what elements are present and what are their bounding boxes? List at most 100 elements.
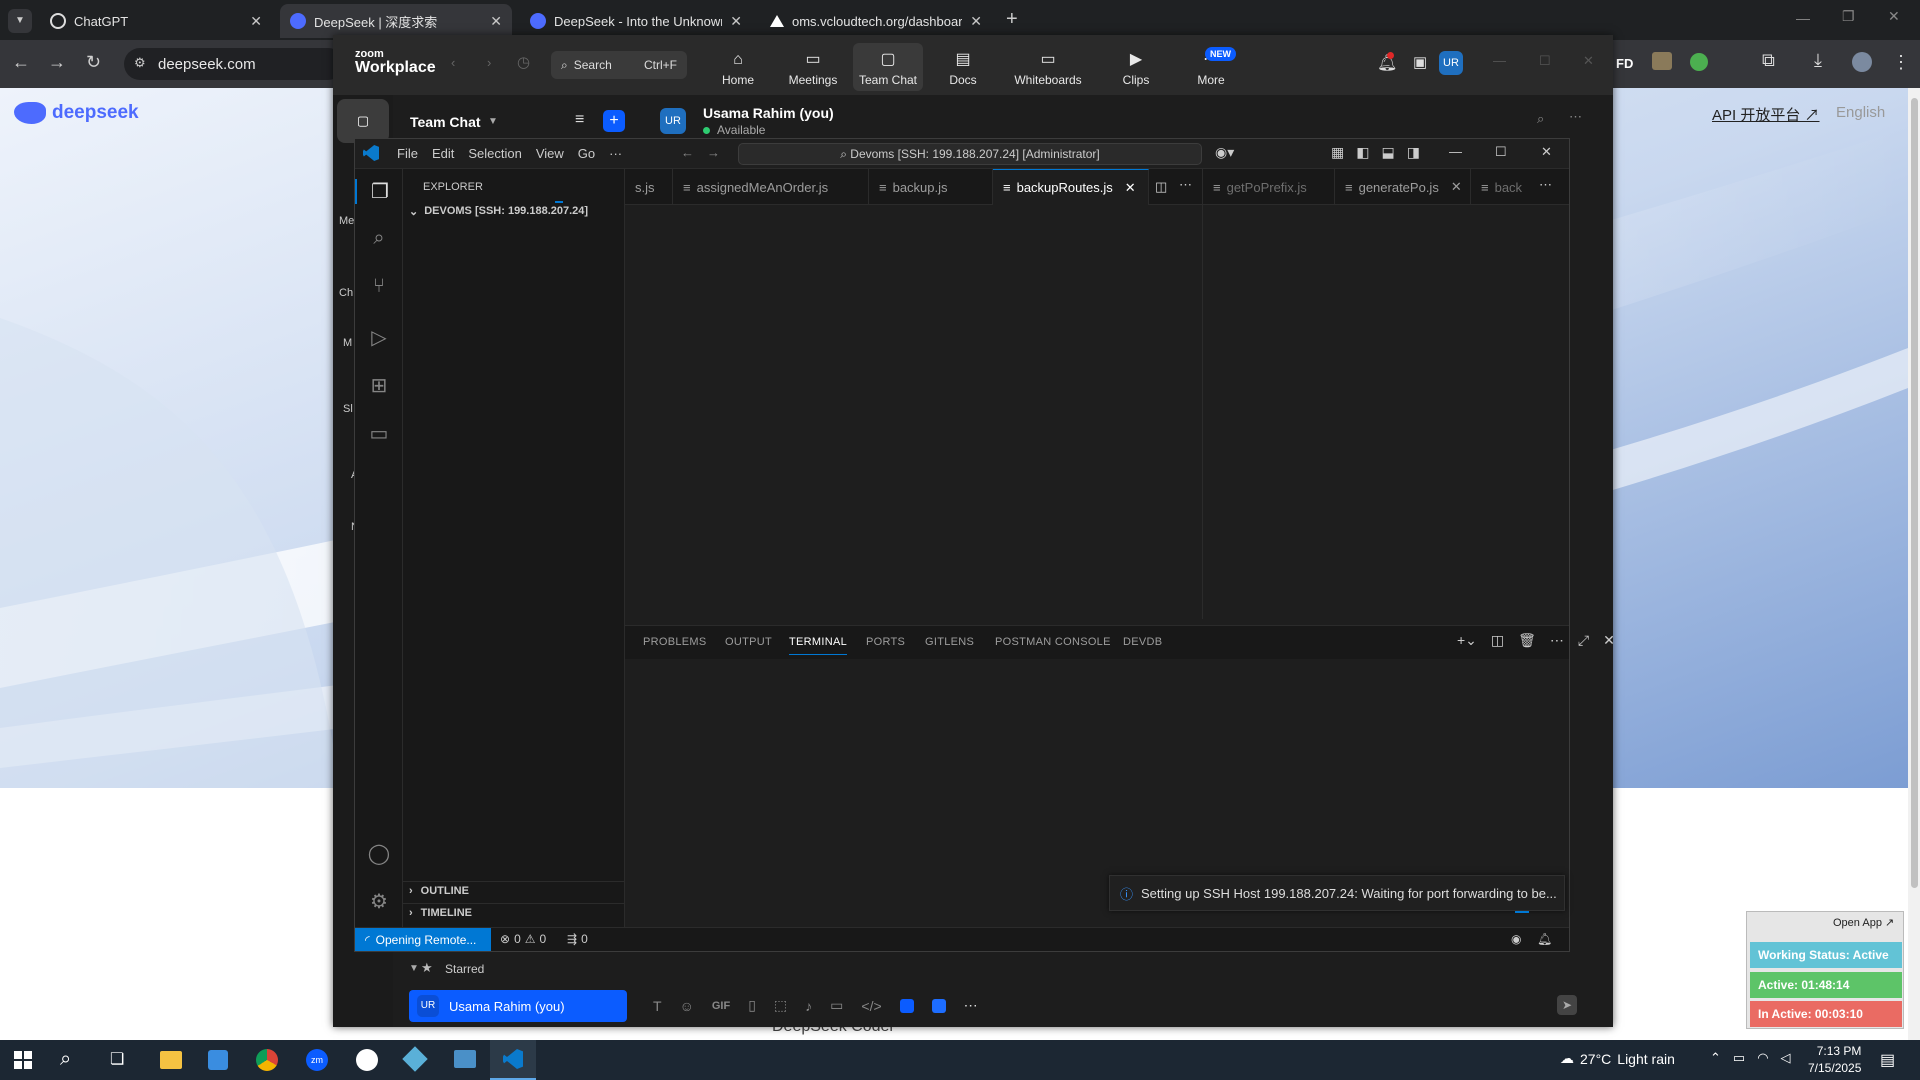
panel-tab-problems[interactable]: PROBLEMS bbox=[643, 636, 707, 648]
page-scrollbar[interactable] bbox=[1908, 88, 1920, 1040]
screenshot-icon[interactable]: ⬚ bbox=[774, 997, 787, 1014]
split-terminal-icon[interactable]: ◫ bbox=[1491, 632, 1504, 649]
browser-tab-chatgpt[interactable]: ChatGPT ✕ bbox=[40, 4, 272, 38]
app-blue-icon[interactable] bbox=[899, 998, 914, 1013]
new-chat-button[interactable]: + bbox=[603, 110, 625, 132]
tray-chevron-icon[interactable]: ⌃ bbox=[1710, 1050, 1721, 1066]
outline-section[interactable]: › OUTLINE bbox=[403, 881, 624, 901]
editor-tab[interactable]: ≡ back bbox=[1471, 169, 1531, 205]
close-tab-icon[interactable]: ✕ bbox=[1125, 180, 1136, 196]
close-tab-icon[interactable]: ✕ bbox=[490, 13, 502, 30]
explorer-icon[interactable]: ❐ bbox=[355, 179, 403, 204]
deepseek-logo[interactable]: deepseek bbox=[14, 102, 139, 124]
volume-icon[interactable]: ◁ bbox=[1781, 1050, 1791, 1066]
app-blue2-icon[interactable] bbox=[931, 998, 946, 1013]
editor-group-divider[interactable] bbox=[1202, 169, 1203, 619]
zoom-app-icon[interactable]: zm bbox=[306, 1049, 328, 1071]
close-tab-icon[interactable]: ✕ bbox=[730, 13, 742, 30]
open-app-button[interactable]: Open App ↗ bbox=[1833, 916, 1894, 929]
source-control-icon[interactable]: ⑂ bbox=[355, 275, 403, 298]
kill-terminal-icon[interactable]: 🗑︎ bbox=[1518, 632, 1536, 649]
code-icon[interactable]: </> bbox=[861, 998, 881, 1014]
clock[interactable]: 7:13 PM 7/15/2025 bbox=[1808, 1043, 1861, 1077]
team-chat-title[interactable]: Team Chat bbox=[410, 114, 481, 130]
composer-more-icon[interactable]: ⋯ bbox=[964, 997, 978, 1014]
vscode-minimize-icon[interactable]: — bbox=[1449, 144, 1462, 159]
site-info-icon[interactable]: ⚙ bbox=[134, 55, 146, 71]
panel-more-icon[interactable]: ⋯ bbox=[1550, 632, 1564, 649]
copilot-status-icon[interactable]: ◉ bbox=[1511, 932, 1521, 946]
editor-more-icon[interactable]: ⋯ bbox=[1179, 177, 1192, 193]
back-icon[interactable]: ← bbox=[12, 52, 30, 73]
reload-icon[interactable]: ↻ bbox=[86, 52, 101, 73]
format-text-icon[interactable]: T bbox=[653, 998, 662, 1014]
menu-view[interactable]: View bbox=[536, 146, 564, 161]
app-diamond-icon[interactable] bbox=[402, 1046, 428, 1072]
zoom-close-icon[interactable]: ✕ bbox=[1583, 53, 1594, 69]
remote-indicator[interactable]: ◜ Opening Remote... bbox=[355, 928, 491, 951]
browser-tab-deepseek-unknown[interactable]: DeepSeek - Into the Unknown ✕ bbox=[520, 4, 752, 38]
filter-icon[interactable]: ≡ bbox=[575, 111, 584, 129]
vscode-maximize-icon[interactable]: ☐ bbox=[1495, 144, 1507, 160]
send-icon[interactable]: ➤ bbox=[1557, 995, 1577, 1015]
battery-icon[interactable]: ▭ bbox=[1733, 1050, 1745, 1066]
browser-tab-deepseek[interactable]: DeepSeek | 深度求索 ✕ bbox=[280, 4, 512, 38]
chat-more-icon[interactable]: ⋯ bbox=[1569, 109, 1582, 125]
ports-status[interactable]: ⇶ 0 bbox=[567, 932, 588, 946]
api-platform-link[interactable]: API 开放平台 ↗ bbox=[1712, 104, 1820, 125]
maximize-panel-icon[interactable]: ⤢ bbox=[1578, 632, 1589, 649]
extension-green-icon[interactable] bbox=[1690, 53, 1708, 71]
settings-gear-icon[interactable]: ⚙ bbox=[355, 889, 403, 914]
extension-icon[interactable] bbox=[1652, 52, 1672, 70]
app-circle-icon[interactable] bbox=[356, 1049, 378, 1071]
new-terminal-icon[interactable]: +⌄ bbox=[1457, 632, 1477, 649]
download-icon[interactable]: ⤓ bbox=[1814, 50, 1822, 71]
language-switch[interactable]: English bbox=[1836, 104, 1885, 121]
start-icon[interactable] bbox=[14, 1051, 32, 1069]
user-avatar[interactable]: UR bbox=[1439, 51, 1463, 75]
chat-user-name[interactable]: Usama Rahim (you) bbox=[703, 105, 834, 121]
extensions-icon[interactable]: ⊞ bbox=[355, 373, 403, 398]
zoom-nav-home[interactable]: ⌂ Home bbox=[703, 43, 773, 91]
panel-tab-ports[interactable]: PORTS bbox=[866, 636, 905, 648]
file-explorer-icon[interactable] bbox=[160, 1051, 182, 1069]
editor-tab[interactable]: ≡ backup.js bbox=[869, 169, 993, 205]
chrome-icon[interactable] bbox=[256, 1049, 278, 1071]
ssh-notification[interactable]: ⓘ Setting up SSH Host 199.188.207.24: Wa… bbox=[1109, 875, 1565, 911]
video-message-icon[interactable]: ▭ bbox=[830, 997, 843, 1014]
bell-status-icon[interactable]: 🔔︎ bbox=[1537, 932, 1552, 946]
scrollbar-thumb[interactable] bbox=[1911, 98, 1918, 888]
vscode-taskbar-icon[interactable] bbox=[490, 1040, 536, 1080]
menu-selection[interactable]: Selection bbox=[468, 146, 521, 161]
menu-more[interactable]: ··· bbox=[609, 146, 622, 161]
zoom-forward-icon[interactable]: › bbox=[487, 55, 491, 70]
accounts-icon[interactable]: ◯ bbox=[355, 841, 403, 866]
timeline-section[interactable]: › TIMELINE bbox=[403, 903, 624, 923]
zoom-maximize-icon[interactable]: ☐ bbox=[1539, 53, 1551, 69]
menu-edit[interactable]: Edit bbox=[432, 146, 454, 161]
zoom-nav-whiteboards[interactable]: ▭ Whiteboards bbox=[1003, 43, 1093, 91]
chevron-down-icon[interactable]: ▼ bbox=[488, 116, 498, 127]
menu-file[interactable]: File bbox=[397, 146, 418, 161]
file-icon[interactable]: ▯ bbox=[748, 997, 756, 1014]
editor-tab[interactable]: ≡ getPoPrefix.js bbox=[1203, 169, 1335, 205]
close-tab-icon[interactable]: ✕ bbox=[1451, 179, 1462, 195]
task-view-icon[interactable]: ❏ bbox=[110, 1049, 124, 1069]
toggle-panel-icon[interactable]: ⬓ bbox=[1381, 144, 1394, 161]
zoom-minimize-icon[interactable]: — bbox=[1493, 53, 1506, 68]
forward-icon[interactable]: → bbox=[48, 52, 66, 73]
extension-puzzle-icon[interactable]: ⧉ bbox=[1762, 50, 1775, 71]
editor-more-icon[interactable]: ⋯ bbox=[1539, 177, 1552, 193]
search-icon[interactable]: ⌕ bbox=[355, 227, 403, 250]
split-editor-icon[interactable]: ◫ bbox=[1155, 179, 1167, 195]
notification-center-icon[interactable]: ▤ bbox=[1880, 1050, 1895, 1070]
starred-label[interactable]: Starred bbox=[445, 962, 484, 976]
command-center[interactable]: ⌕ Devoms [SSH: 199.188.207.24] [Administ… bbox=[738, 143, 1202, 165]
tab-list-dropdown[interactable]: ▼ bbox=[8, 9, 32, 33]
zoom-nav-docs[interactable]: ▤ Docs bbox=[928, 43, 998, 91]
close-tab-icon[interactable]: ✕ bbox=[970, 13, 982, 30]
editor-tab[interactable]: s.js bbox=[625, 169, 673, 205]
address-bar[interactable]: ⚙ deepseek.com bbox=[124, 48, 344, 80]
editor-tab[interactable]: ≡ assignedMeAnOrder.js bbox=[673, 169, 869, 205]
calendar-icon[interactable]: ▣ bbox=[1413, 53, 1427, 71]
